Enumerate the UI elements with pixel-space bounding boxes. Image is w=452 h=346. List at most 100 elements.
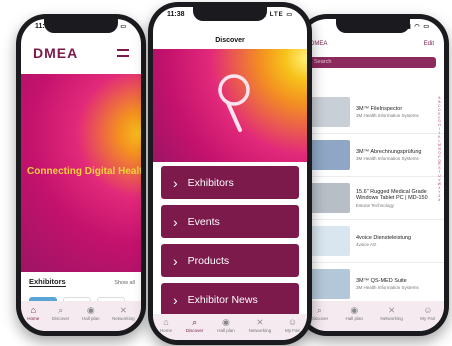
product-company: 3M Health Information Systems xyxy=(356,113,419,119)
tab-label: Hall plan xyxy=(345,316,364,321)
chevron-right-icon: › xyxy=(173,213,178,230)
product-name: 15.6" Rugged Medical Grade Windows Table… xyxy=(356,188,428,202)
button-label: Products xyxy=(187,254,230,267)
location-pin-icon: ◉ xyxy=(86,305,95,315)
search-icon: ⌕ xyxy=(58,305,64,315)
phone-notch xyxy=(193,7,267,21)
tab-my-fair[interactable]: ☺ My Fair xyxy=(420,305,435,321)
exhibitors-section-header: Exhibitors Show all xyxy=(29,277,135,287)
product-company: 3M Health Information Systems xyxy=(356,156,419,162)
tab-discover[interactable]: ⌕ Discover xyxy=(186,317,204,333)
product-text: 3M™ FileInspector 3M Health Information S… xyxy=(356,106,432,119)
product-name: 4voice Diensteleistung xyxy=(356,234,412,241)
tab-label: Discover xyxy=(310,316,329,321)
tab-my-fair[interactable]: ☺ My Fair xyxy=(285,317,300,333)
phone-notch xyxy=(44,19,118,33)
show-all-link[interactable]: Show all xyxy=(114,280,135,286)
tab-networking[interactable]: ⨯ Networking xyxy=(380,305,403,321)
location-pin-icon: ◉ xyxy=(350,305,359,315)
product-thumbnail xyxy=(310,183,350,213)
phone-notch xyxy=(336,19,410,33)
tab-discover[interactable]: ⌕ Discover xyxy=(311,305,329,321)
discover-screen: 11:38 ▮▮ LTE ▭ Discover › Exhibitors › E… xyxy=(153,7,307,340)
edit-button[interactable]: Edit xyxy=(424,41,434,55)
tab-label: Hall plan xyxy=(217,328,235,333)
network-icon: ⨯ xyxy=(119,305,128,315)
tab-discover[interactable]: ⌕ Discover xyxy=(52,305,70,321)
tab-label: Hall plan xyxy=(82,316,100,321)
tab-label: Networking xyxy=(112,316,135,321)
app-showcase: 11:37 ▮▮ ◠ ▭ DMEA Connecting Digital Hea… xyxy=(0,0,452,346)
product-thumbnail xyxy=(310,226,350,256)
events-button[interactable]: › Events xyxy=(161,205,299,238)
network-icon: ⨯ xyxy=(387,305,396,315)
tab-label: Home xyxy=(159,328,172,333)
chevron-right-icon: › xyxy=(173,252,178,269)
discover-menu: › Exhibitors › Events › Products › Exhib… xyxy=(161,166,299,316)
network-icon: ⨯ xyxy=(256,317,264,327)
chevron-right-icon: › xyxy=(173,291,178,308)
menu-icon[interactable] xyxy=(117,49,129,57)
product-thumbnail xyxy=(310,140,350,170)
product-list-screen: ▮▮ ◠ ▭ DMEA Edit Search 3M™ FileInspecto… xyxy=(302,19,444,331)
list-item[interactable]: 3M™ QS-MED Suite 3M Health Information Sy… xyxy=(302,263,444,306)
tab-label: My Fair xyxy=(285,328,300,333)
tab-label: Discover xyxy=(51,316,70,321)
button-label: Exhibitors xyxy=(187,176,234,189)
exhibitor-news-button[interactable]: › Exhibitor News xyxy=(161,283,299,316)
product-thumbnail xyxy=(310,97,350,127)
tab-networking[interactable]: ⨯ Networking xyxy=(249,317,272,333)
alphabet-letter[interactable]: # xyxy=(438,198,440,203)
section-title: Exhibitors xyxy=(29,277,66,287)
list-item[interactable]: 3M™ Abrechnungsprüfung 3M Health Informat… xyxy=(302,134,444,177)
tab-hall-plan[interactable]: ◉ Hall plan xyxy=(82,305,100,321)
tab-hall-plan[interactable]: ◉ Hall plan xyxy=(346,305,364,321)
button-label: Exhibitor News xyxy=(187,293,258,306)
app-header: DMEA xyxy=(21,37,141,69)
location-pin-icon: ◉ xyxy=(222,317,230,327)
exhibitors-button[interactable]: › Exhibitors xyxy=(161,166,299,199)
product-name: 3M™ QS-MED Suite xyxy=(356,277,407,284)
alphabet-index[interactable]: A B C D E F G H I J K L M N O P Q R S T U V W X Y Z # xyxy=(438,96,441,203)
profile-icon: ☺ xyxy=(423,305,433,315)
magnifier-icon xyxy=(218,74,250,132)
product-list: 3M™ FileInspector 3M Health Information S… xyxy=(302,91,444,306)
product-company: Estone Technology xyxy=(356,202,394,208)
back-button[interactable]: DMEA xyxy=(310,41,327,55)
tab-bar: ⌕ Discover ◉ Hall plan ⨯ Networking ☺ My Fair xyxy=(302,301,444,331)
nav-bar: DMEA Edit xyxy=(302,41,444,55)
hero-tagline: Connecting Digital Health xyxy=(27,166,141,177)
tab-home[interactable]: ⌂ Home xyxy=(27,305,39,321)
search-icon: ⌕ xyxy=(316,305,322,315)
product-name: 3M™ Abrechnungsprüfung xyxy=(356,148,422,155)
tab-networking[interactable]: ⨯ Networking xyxy=(112,305,135,321)
list-item[interactable]: 3M™ FileInspector 3M Health Information S… xyxy=(302,91,444,134)
tab-bar: ⌂ Home ⌕ Discover ◉ Hall plan ⨯ Networki… xyxy=(21,301,141,331)
product-text: 15.6" Rugged Medical Grade Windows Table… xyxy=(356,189,432,208)
list-item[interactable]: 15.6" Rugged Medical Grade Windows Table… xyxy=(302,177,444,220)
home-screen: 11:37 ▮▮ ◠ ▭ DMEA Connecting Digital Hea… xyxy=(21,19,141,331)
tab-label: Networking xyxy=(248,328,272,333)
product-thumbnail xyxy=(310,269,350,299)
carrier-label: LTE xyxy=(269,12,284,18)
product-name: 3M™ FileInspector xyxy=(356,105,403,112)
page-title: Discover xyxy=(215,37,245,44)
product-company: 3M Health Information Systems xyxy=(356,285,419,291)
tab-hall-plan[interactable]: ◉ Hall plan xyxy=(217,317,235,333)
tab-home[interactable]: ⌂ Home xyxy=(160,317,172,333)
product-text: 4voice Diensteleistung 4voice AG xyxy=(356,235,432,248)
hero-banner: Connecting Digital Health xyxy=(21,74,141,272)
product-text: 3M™ Abrechnungsprüfung 3M Health Informat… xyxy=(356,149,432,162)
products-button[interactable]: › Products xyxy=(161,244,299,277)
button-label: Events xyxy=(187,215,220,228)
search-icon: ⌕ xyxy=(192,317,198,327)
tab-bar: ⌂ Home ⌕ Discover ◉ Hall plan ⨯ Networking ☺ My F… xyxy=(153,314,307,340)
product-text: 3M™ QS-MED Suite 3M Health Information Sy… xyxy=(356,278,432,291)
discover-hero xyxy=(153,49,307,162)
chevron-right-icon: › xyxy=(173,174,178,191)
tab-label: Discover xyxy=(185,328,204,333)
search-input[interactable]: Search xyxy=(308,57,436,68)
status-time: 11:38 xyxy=(167,11,185,18)
list-item[interactable]: 4voice Diensteleistung 4voice AG xyxy=(302,220,444,263)
tab-label: My Fair xyxy=(420,316,436,321)
